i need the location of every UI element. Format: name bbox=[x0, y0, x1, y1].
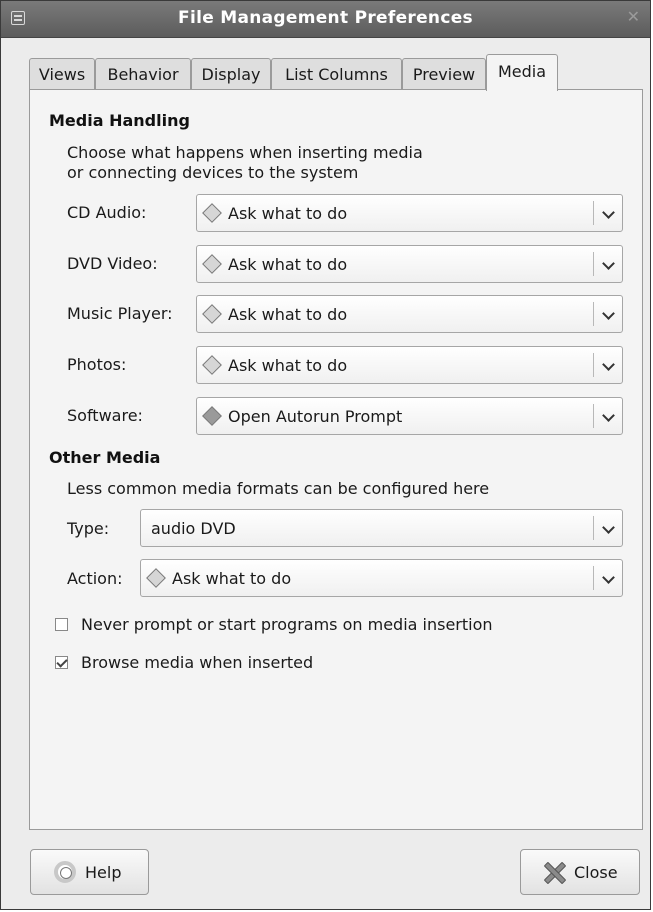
type-value: audio DVD bbox=[151, 519, 236, 538]
ask-diamond-icon bbox=[202, 203, 222, 223]
browse-media-label: Browse media when inserted bbox=[81, 653, 314, 672]
media-handling-heading: Media Handling bbox=[49, 111, 190, 130]
action-combo[interactable]: Ask what to do bbox=[140, 559, 623, 597]
close-button-label: Close bbox=[574, 863, 618, 882]
chevron-down-icon bbox=[602, 307, 615, 320]
chevron-down-icon bbox=[602, 571, 615, 584]
preferences-window: File Management Preferences ✕ Views Beha… bbox=[0, 0, 651, 910]
tab-views[interactable]: Views bbox=[29, 58, 95, 90]
type-label: Type: bbox=[67, 519, 110, 538]
ask-diamond-icon bbox=[202, 254, 222, 274]
help-button-label: Help bbox=[85, 863, 122, 882]
close-button[interactable]: Close bbox=[520, 849, 640, 895]
photos-label: Photos: bbox=[67, 355, 127, 374]
title-bar[interactable]: File Management Preferences ✕ bbox=[1, 1, 650, 38]
music-player-combo[interactable]: Ask what to do bbox=[196, 295, 623, 333]
tab-display[interactable]: Display bbox=[191, 58, 271, 90]
software-value: Open Autorun Prompt bbox=[228, 407, 403, 426]
combo-separator bbox=[593, 404, 594, 428]
ask-diamond-icon bbox=[202, 355, 222, 375]
ask-diamond-icon bbox=[146, 568, 166, 588]
combo-separator bbox=[593, 252, 594, 276]
browse-media-option[interactable]: Browse media when inserted bbox=[55, 653, 615, 677]
action-value: Ask what to do bbox=[172, 569, 292, 588]
never-prompt-checkbox[interactable] bbox=[55, 618, 68, 631]
tab-behavior[interactable]: Behavior bbox=[95, 58, 191, 90]
cd-audio-value: Ask what to do bbox=[228, 204, 348, 223]
help-button[interactable]: Help bbox=[30, 849, 149, 895]
combo-separator bbox=[593, 353, 594, 377]
help-lifebuoy-icon bbox=[54, 861, 76, 883]
cd-audio-combo[interactable]: Ask what to do bbox=[196, 194, 623, 232]
music-player-value: Ask what to do bbox=[228, 305, 348, 324]
window-close-icon[interactable]: ✕ bbox=[627, 7, 640, 26]
chevron-down-icon bbox=[602, 521, 615, 534]
tab-preview[interactable]: Preview bbox=[402, 58, 486, 90]
combo-separator bbox=[593, 566, 594, 590]
photos-value: Ask what to do bbox=[228, 356, 348, 375]
combo-separator bbox=[593, 201, 594, 225]
dvd-video-value: Ask what to do bbox=[228, 255, 348, 274]
dvd-video-combo[interactable]: Ask what to do bbox=[196, 245, 623, 283]
close-icon bbox=[543, 861, 565, 883]
dvd-video-label: DVD Video: bbox=[67, 254, 158, 273]
other-media-heading: Other Media bbox=[49, 448, 161, 467]
music-player-label: Music Player: bbox=[67, 304, 173, 323]
chevron-down-icon bbox=[602, 206, 615, 219]
action-label: Action: bbox=[67, 569, 123, 588]
type-combo[interactable]: audio DVD bbox=[140, 509, 623, 547]
never-prompt-option[interactable]: Never prompt or start programs on media … bbox=[55, 615, 615, 639]
media-handling-description-line1: Choose what happens when inserting media bbox=[67, 143, 423, 162]
tab-media[interactable]: Media bbox=[486, 54, 558, 91]
chevron-down-icon bbox=[602, 409, 615, 422]
tab-list-columns[interactable]: List Columns bbox=[271, 58, 402, 90]
never-prompt-label: Never prompt or start programs on media … bbox=[81, 615, 493, 634]
software-label: Software: bbox=[67, 406, 143, 425]
media-handling-description-line2: or connecting devices to the system bbox=[67, 163, 359, 182]
ask-diamond-icon bbox=[202, 304, 222, 324]
media-tab-panel: Media Handling Choose what happens when … bbox=[29, 89, 643, 830]
photos-combo[interactable]: Ask what to do bbox=[196, 346, 623, 384]
chevron-down-icon bbox=[602, 257, 615, 270]
other-media-description: Less common media formats can be configu… bbox=[67, 479, 490, 498]
cd-audio-label: CD Audio: bbox=[67, 203, 147, 222]
window-title: File Management Preferences bbox=[178, 8, 473, 28]
software-combo[interactable]: Open Autorun Prompt bbox=[196, 397, 623, 435]
combo-separator bbox=[593, 516, 594, 540]
browse-media-checkbox[interactable] bbox=[55, 656, 68, 669]
chevron-down-icon bbox=[602, 358, 615, 371]
autorun-diamond-icon bbox=[202, 406, 222, 426]
combo-separator bbox=[593, 302, 594, 326]
